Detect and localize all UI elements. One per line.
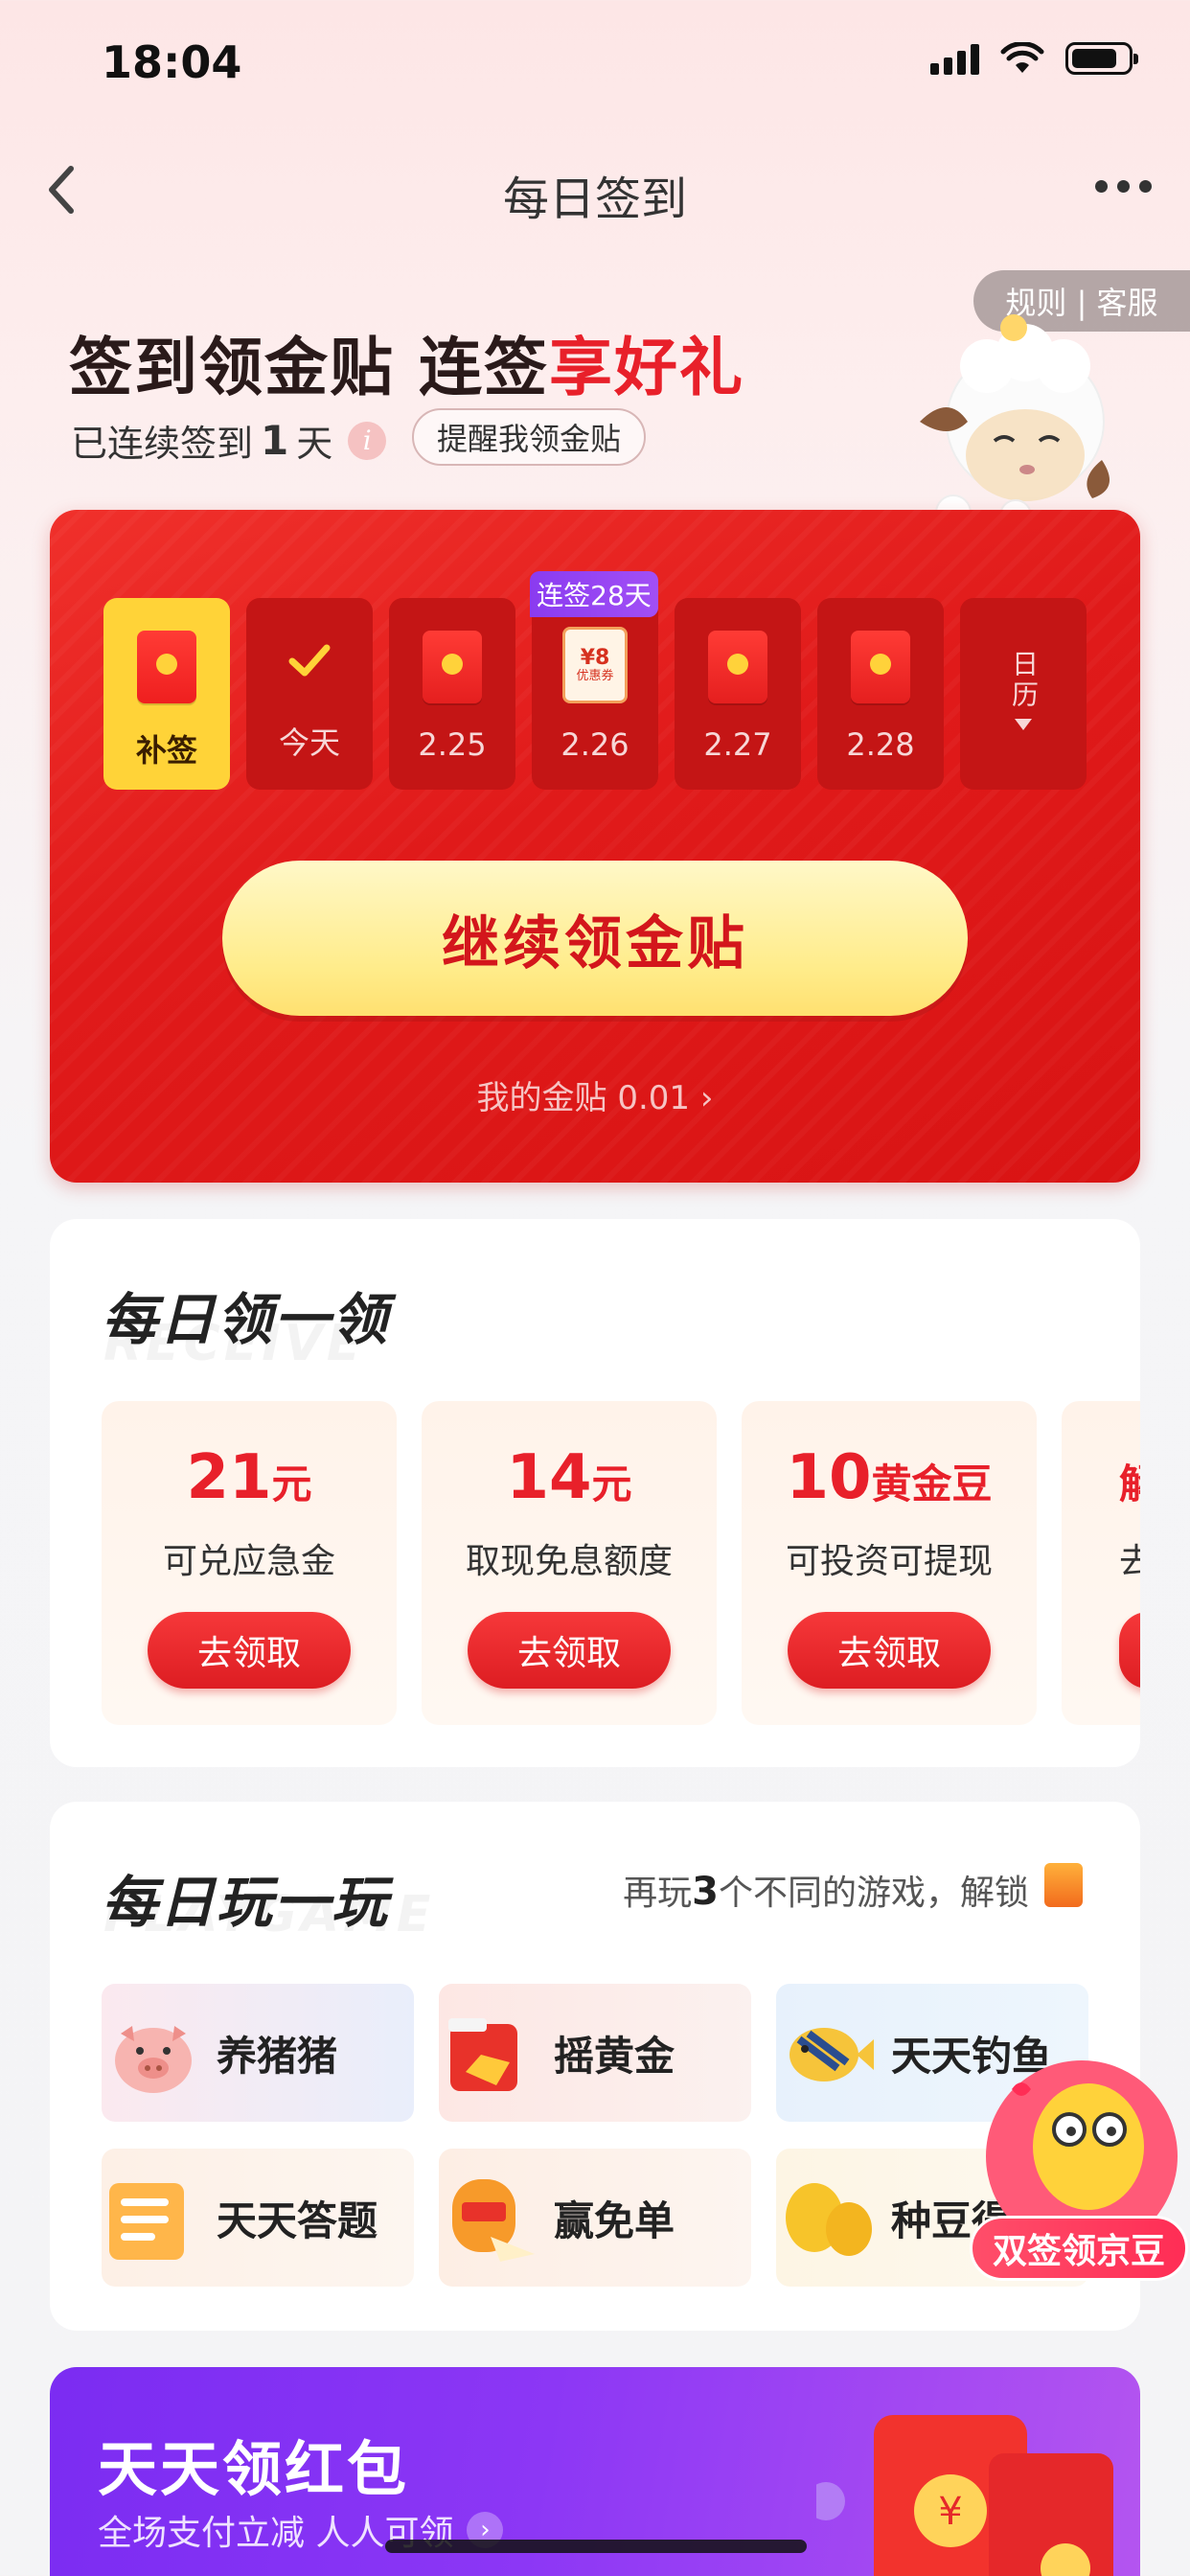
svg-text:¥: ¥ — [938, 2490, 962, 2534]
coupon-text: 优惠券 — [576, 668, 614, 683]
red-envelope-icon — [423, 631, 482, 703]
reward-number: 14 — [506, 1442, 592, 1513]
my-coins-text: 我的金贴 0.01 — [476, 1079, 691, 1117]
game-name: 摇黄金 — [554, 2032, 675, 2080]
reward-scroller[interactable]: 21元 可兑应急金 去领取 14元 取现免息额度 去领取 10黄金豆 可投资可提… — [50, 1401, 1140, 1725]
signal-icon — [930, 42, 979, 75]
claim-button[interactable]: 去领取 — [468, 1612, 671, 1689]
reward-unit: 解 — [1119, 1460, 1140, 1507]
coupon-value: ¥8 — [580, 645, 610, 670]
reward-card-partial: 解 去 — [1062, 1401, 1140, 1725]
streak-prefix: 已连续签到 — [71, 423, 254, 465]
pig-icon — [115, 2026, 192, 2093]
red-envelope-icon — [137, 631, 196, 703]
red-envelope-icon — [708, 631, 767, 703]
info-icon[interactable]: i — [348, 421, 387, 460]
headline-part2: 享好礼 — [548, 331, 744, 404]
continue-claim-button[interactable]: 继续领金贴 — [222, 861, 968, 1016]
hint-count: 3 — [692, 1870, 719, 1914]
reward-desc: 取现免息额度 — [465, 1542, 673, 1581]
day-2-26[interactable]: ¥8 优惠券 2.26 — [532, 598, 658, 790]
coupon-icon: ¥8 优惠券 — [562, 627, 628, 703]
red-packet-icon — [1044, 1863, 1083, 1907]
game-pig[interactable]: 养猪猪 — [102, 1984, 414, 2122]
page-title: 每日签到 — [502, 172, 687, 226]
reward-card: 14元 取现免息额度 去领取 — [422, 1401, 717, 1725]
double-sign-badge[interactable]: 双签领京豆 — [970, 2216, 1188, 2281]
day-makeup[interactable]: 补签 — [103, 598, 230, 790]
quiz-icon — [109, 2183, 184, 2260]
day-today[interactable]: 今天 — [246, 598, 373, 790]
streak-reward-tag: 连签28天 — [530, 571, 658, 617]
hint-suffix: 个不同的游戏，解锁 — [718, 1874, 1029, 1913]
status-time: 18:04 — [102, 36, 242, 88]
reward-desc: 可投资可提现 — [785, 1542, 993, 1581]
my-coins-link[interactable]: 我的金贴 0.01 › — [0, 1071, 1190, 1118]
daily-play-title: 每日玩一玩 — [102, 1870, 390, 1935]
day-label: 2.28 — [846, 726, 915, 763]
check-icon — [288, 644, 331, 677]
game-quiz[interactable]: 天天答题 — [102, 2149, 414, 2287]
streak-days: 1 — [261, 417, 289, 464]
daily-claim-title: 每日领一领 — [102, 1287, 390, 1352]
reward-amount: 21元 — [186, 1447, 311, 1508]
triangle-down-icon — [1015, 719, 1032, 730]
home-indicator[interactable] — [385, 2540, 807, 2553]
claim-button[interactable]: 去领取 — [788, 1612, 991, 1689]
reward-card: 10黄金豆 可投资可提现 去领取 — [742, 1401, 1037, 1725]
game-gold[interactable]: 摇黄金 — [439, 1984, 751, 2122]
headline-part1: 签到领金贴 连签 — [69, 331, 549, 404]
red-packet-icon: ¥ — [816, 2415, 1113, 2576]
sheep-mascot-icon — [920, 314, 1110, 532]
calendar-button[interactable]: 日历 — [960, 598, 1087, 790]
reward-desc: 可兑应急金 — [162, 1542, 335, 1581]
calendar-label: 日历 — [1008, 650, 1040, 711]
day-label: 补签 — [135, 732, 197, 769]
day-label: 2.25 — [418, 726, 487, 763]
reward-amount: 14元 — [506, 1447, 631, 1508]
game-free-order[interactable]: 赢免单 — [439, 2149, 751, 2287]
game-name: 天天答题 — [217, 2196, 378, 2244]
reward-number: 10 — [786, 1442, 872, 1513]
battery-icon — [1065, 42, 1138, 75]
wifi-icon — [1000, 42, 1044, 73]
free-order-icon — [452, 2179, 535, 2262]
reward-unit: 元 — [271, 1460, 312, 1507]
reward-unit: 元 — [591, 1460, 632, 1507]
gold-icon — [448, 2018, 517, 2091]
chevron-right-icon: › — [699, 1079, 714, 1117]
game-name: 养猪猪 — [217, 2032, 338, 2080]
remind-button[interactable]: 提醒我领金贴 — [412, 408, 647, 466]
hint-prefix: 再玩 — [623, 1874, 693, 1913]
reward-card: 21元 可兑应急金 去领取 — [102, 1401, 397, 1725]
headline: 签到领金贴 连签享好礼 — [69, 316, 744, 408]
games-unlock-hint: 再玩3个不同的游戏，解锁 — [623, 1865, 1029, 1915]
day-label: 今天 — [278, 724, 340, 761]
more-icon[interactable] — [1095, 180, 1152, 193]
claim-button[interactable]: 去领取 — [148, 1612, 351, 1689]
status-icons — [930, 42, 1138, 75]
fish-icon — [790, 2028, 874, 2082]
claim-button[interactable] — [1119, 1612, 1140, 1689]
day-2-25[interactable]: 2.25 — [389, 598, 515, 790]
reward-amount: 10黄金豆 — [786, 1447, 992, 1508]
reward-amount: 解 — [1119, 1447, 1140, 1508]
streak-suffix: 天 — [296, 423, 333, 465]
banner-title: 天天领红包 — [98, 2434, 410, 2504]
day-label: 2.26 — [561, 726, 629, 763]
day-2-28[interactable]: 2.28 — [817, 598, 944, 790]
reward-unit: 黄金豆 — [871, 1460, 993, 1507]
streak-info: 已连续签到 1 天 i — [71, 414, 387, 467]
day-label: 2.27 — [703, 726, 772, 763]
bean-icon — [786, 2183, 872, 2256]
reward-number: 21 — [186, 1442, 272, 1513]
reward-desc: 去 — [1119, 1542, 1140, 1581]
day-2-27[interactable]: 2.27 — [675, 598, 801, 790]
red-envelope-icon — [851, 631, 910, 703]
game-name: 赢免单 — [554, 2196, 675, 2244]
